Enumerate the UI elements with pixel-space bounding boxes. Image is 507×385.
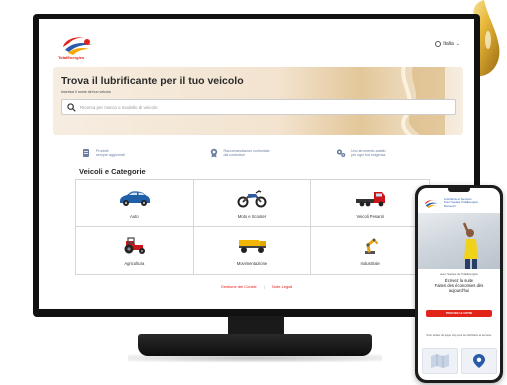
category-card-agriculture[interactable]: Agricoltura	[76, 227, 194, 274]
hero-title: Trova il lubrificante per il tuo veicolo	[61, 75, 244, 87]
section-title: Veicoli e Categorie	[79, 167, 146, 176]
phone-notch	[448, 188, 470, 192]
phone-header-text: Lubrifiants et Services Pour l'équipe To…	[444, 197, 494, 208]
feature-item: Uno strumento adatto per ogni tua esigen…	[336, 145, 451, 161]
robot-arm-icon	[365, 238, 379, 254]
website-screen: TotalEnergies Italia ⌄ Trova il lubrific…	[39, 19, 474, 309]
globe-icon	[435, 41, 442, 47]
category-card-heavy[interactable]: Veicoli Pesanti	[311, 180, 429, 227]
car-icon	[120, 190, 151, 206]
monitor-shadow	[128, 354, 382, 362]
phone-card-location[interactable]	[461, 348, 497, 374]
totalenergies-logo	[63, 37, 92, 55]
cookie-settings-link[interactable]: Gestione dei Cookie	[221, 284, 257, 289]
phone-card-map[interactable]	[422, 348, 458, 374]
hero-subtitle: Inserisci il nome del tuo veicolo	[61, 90, 111, 94]
brand-text: TotalEnergies	[58, 55, 85, 60]
phone-screen: Lubrifiants et Services Pour l'équipe To…	[418, 188, 500, 380]
category-card-moto[interactable]: Moto e Scooter	[193, 180, 312, 227]
person-figure	[462, 222, 478, 269]
tractor-icon	[124, 237, 146, 254]
totalenergies-logo	[424, 200, 438, 208]
category-card-industrial[interactable]: Industriale	[311, 227, 429, 274]
location-pin-icon	[473, 354, 485, 368]
smartphone: Lubrifiants et Services Pour l'équipe To…	[415, 185, 503, 383]
feature-item: Prodotti sempre aggiornati	[81, 145, 196, 161]
phone-hero-photo	[418, 213, 500, 269]
category-label: Auto	[130, 213, 139, 219]
language-selector[interactable]: Italia ⌄	[435, 41, 460, 47]
badge-icon	[210, 148, 217, 158]
phone-headline-line3: aujourd'hui	[448, 288, 470, 293]
category-label: Veicoli Pesanti	[356, 213, 384, 219]
dumper-icon	[238, 240, 266, 253]
category-card-handling[interactable]: Movimentazione	[193, 227, 312, 274]
motorcycle-icon	[237, 189, 267, 207]
language-label: Italia	[443, 41, 454, 47]
category-label: Movimentazione	[236, 261, 268, 266]
footer-separator: |	[263, 284, 265, 289]
search-icon	[67, 102, 76, 112]
truck-icon	[356, 191, 386, 206]
gears-icon	[336, 149, 346, 157]
legal-notes-link[interactable]: Note Legali	[272, 284, 292, 289]
chevron-down-icon: ⌄	[455, 41, 460, 47]
feature-text-line2: per ogni tua esigenza	[351, 153, 386, 157]
feature-text-line2: sempre aggiornati	[96, 153, 125, 157]
category-label: Moto e Scooter	[237, 213, 267, 219]
category-label: Agricoltura	[124, 261, 145, 266]
search-placeholder: Ricerca per marca o modello di veicolo	[80, 104, 158, 110]
monitor: TotalEnergies Italia ⌄ Trova il lubrific…	[33, 14, 480, 317]
category-card-auto[interactable]: Auto	[76, 180, 194, 227]
map-icon	[431, 354, 449, 368]
phone-caption: avec l'équipe de TotalEnergies	[440, 272, 478, 276]
hero-banner: Trova il lubrificante per il tuo veicolo…	[53, 67, 463, 135]
vehicle-search-input[interactable]: Ricerca per marca o modello di veicolo	[61, 99, 456, 115]
document-icon	[83, 149, 89, 157]
footer-links: Gestione dei Cookie | Note Legali	[39, 284, 474, 289]
phone-cta-button[interactable]: TROUVER LE VOTRE	[426, 310, 492, 317]
stage: TotalEnergies Italia ⌄ Trova il lubrific…	[0, 0, 507, 385]
phone-header-line3[interactable]: Découvrir	[444, 204, 494, 208]
feature-text-line2: dai costruttori	[223, 153, 246, 157]
category-grid: Auto Moto e Scooter Veicoli Pesanti Agri…	[75, 179, 430, 275]
feature-item: Raccomandazioni controllate dai costrutt…	[209, 145, 324, 161]
phone-more-text: Pour arrêter de payer trop pour les lubr…	[426, 334, 492, 337]
phone-headline: Écrivez la suite Faites des économies dè…	[424, 278, 494, 293]
monitor-stand-base	[138, 334, 372, 356]
category-label: Industriale	[360, 261, 380, 266]
features-row: Prodotti sempre aggiornati Raccomandazio…	[81, 145, 451, 161]
